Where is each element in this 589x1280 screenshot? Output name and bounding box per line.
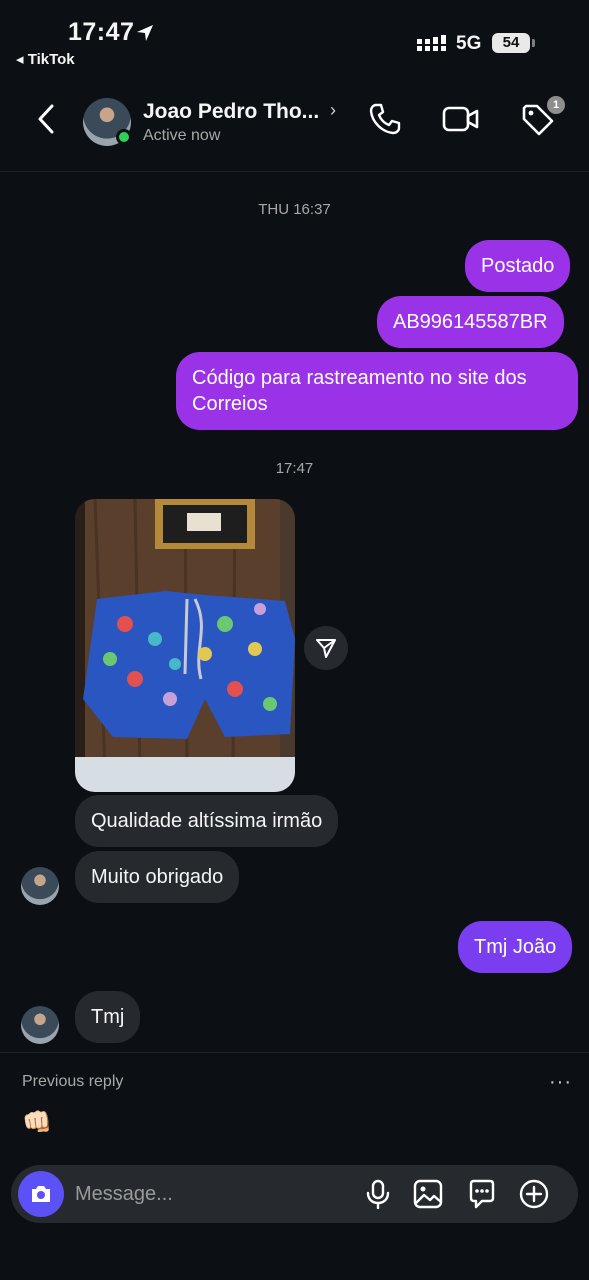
clock: 17:47 — [68, 18, 135, 46]
plus-circle-icon[interactable] — [519, 1179, 549, 1209]
message-line: Correios — [192, 393, 268, 415]
contact-status: Active now — [143, 127, 221, 144]
sender-avatar[interactable] — [21, 867, 59, 905]
outgoing-message[interactable]: Tmj João — [458, 921, 573, 973]
back-arrow-icon[interactable] — [34, 102, 60, 136]
sender-avatar[interactable] — [21, 1006, 59, 1044]
divider — [0, 1052, 589, 1053]
incoming-message[interactable]: Tmj — [75, 991, 141, 1043]
sticker-chat-icon[interactable] — [467, 1179, 497, 1209]
send-icon — [316, 639, 336, 658]
signal-icon — [417, 35, 446, 51]
contact-name[interactable]: Joao Pedro Tho... — [143, 100, 319, 124]
message-input[interactable] — [75, 1181, 335, 1207]
outgoing-message[interactable]: Postado — [465, 240, 571, 292]
chat-header: Joao Pedro Tho... › Active now 1 — [0, 78, 589, 172]
network-type: 5G — [456, 33, 482, 54]
more-options-icon[interactable]: ··· — [549, 1071, 572, 1094]
quick-reply-emoji[interactable]: 👊🏻 — [22, 1108, 52, 1137]
outgoing-message[interactable]: Código para rastreamento no site dos Cor… — [176, 352, 578, 430]
incoming-message[interactable]: Muito obrigado — [75, 851, 240, 903]
message-composer — [11, 1165, 578, 1223]
outgoing-message[interactable]: AB996145587BR — [377, 296, 564, 348]
message-line: Código para rastreamento no site dos — [192, 367, 527, 389]
timestamp: 17:47 — [275, 460, 314, 477]
microphone-icon[interactable] — [363, 1179, 393, 1209]
phone-icon[interactable] — [368, 102, 402, 136]
online-indicator — [116, 129, 132, 145]
share-button[interactable] — [304, 626, 348, 670]
tag-badge: 1 — [547, 96, 565, 114]
status-bar: 17:47 ◂ TikTok 5G 54 — [0, 0, 589, 78]
previous-reply-label: Previous reply — [22, 1073, 124, 1090]
chevron-right-icon[interactable]: › — [330, 100, 336, 121]
battery-icon: 54 — [492, 33, 536, 53]
timestamp: THU 16:37 — [258, 201, 331, 218]
incoming-message[interactable]: Qualidade altíssima irmão — [75, 795, 339, 847]
battery-level: 54 — [502, 34, 520, 51]
gallery-icon[interactable] — [413, 1179, 443, 1209]
camera-icon — [32, 1186, 50, 1202]
camera-button[interactable] — [18, 1171, 64, 1217]
back-to-app-link[interactable]: ◂ TikTok — [16, 50, 75, 68]
location-arrow-icon — [137, 25, 153, 41]
photo-message[interactable] — [75, 499, 295, 792]
video-call-icon[interactable] — [442, 104, 480, 134]
